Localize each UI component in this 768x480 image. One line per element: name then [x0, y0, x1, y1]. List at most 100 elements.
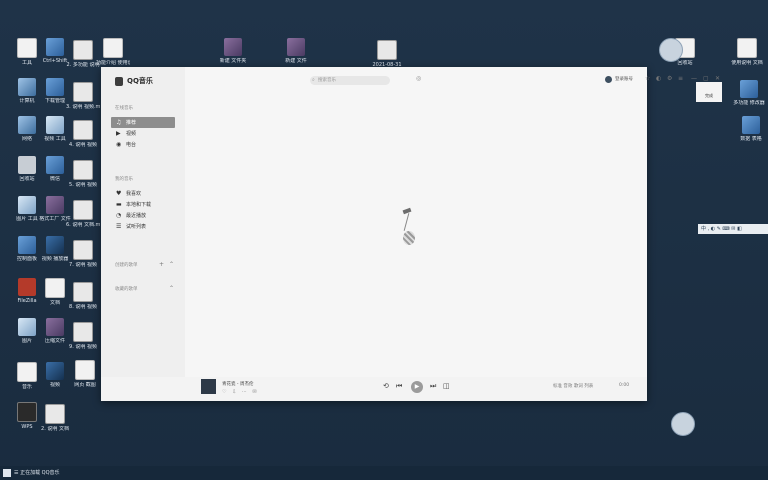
- desktop-icon[interactable]: 数据 表格: [734, 116, 768, 142]
- desktop-icon[interactable]: 功能介绍 使用说明: [96, 38, 130, 66]
- doc-icon: [73, 240, 93, 260]
- sidebar-item-icon: ☰: [116, 222, 122, 230]
- input-method-toolbar[interactable]: 中 , ◐ ✎ ⌨ ✉ ◧: [698, 224, 768, 234]
- desktop-icon[interactable]: 2021-08-31: [370, 40, 404, 68]
- menu-icon[interactable]: ≡: [678, 75, 683, 82]
- app-icon: [46, 156, 64, 174]
- search-input[interactable]: ⌕ 搜索音乐: [310, 76, 390, 85]
- desktop-icon[interactable]: 多功能 修改器: [732, 80, 766, 106]
- loading-animation-icon: [395, 207, 421, 253]
- play-button[interactable]: ▶: [411, 381, 423, 393]
- vid-icon: [46, 236, 64, 254]
- doc-icon: [73, 120, 93, 140]
- previous-track-icon[interactable]: ⏮: [396, 382, 402, 391]
- sidebar-item-icon: ♥: [116, 189, 122, 197]
- desktop-icon-label: 网页 截图: [74, 382, 96, 388]
- start-icon[interactable]: [3, 469, 11, 477]
- section-online: 在线音乐: [115, 106, 133, 111]
- wx-icon: [17, 402, 37, 422]
- note-popup[interactable]: 完成: [696, 82, 722, 102]
- song-actions[interactable]: ♡ ⇩ ⋯ ✉: [222, 389, 259, 395]
- taskbar: ☰ 正在加载 QQ音乐: [0, 466, 768, 480]
- sidebar-item-label: 本地和下载: [126, 202, 152, 208]
- desktop-icon[interactable]: 5. 说明 视频: [66, 160, 100, 188]
- voice-search-icon[interactable]: ◎: [416, 75, 421, 82]
- desktop-icon-label: 新建 文件: [285, 58, 307, 64]
- desktop-icon[interactable]: 网页 截图: [68, 360, 102, 388]
- close-icon[interactable]: ✕: [715, 75, 720, 82]
- taskbar-item[interactable]: ☰ 正在加载 QQ音乐: [14, 469, 60, 476]
- minimize-icon[interactable]: —: [691, 75, 697, 82]
- desktop-icon-label: 多功能 修改器: [733, 100, 765, 106]
- chevron-up-icon[interactable]: ⌃: [169, 285, 174, 292]
- sidebar-item[interactable]: ◉ 电台: [111, 139, 175, 150]
- desktop-icon-label: 2. 多功能 说明: [66, 62, 100, 68]
- sidebar-item[interactable]: ☰ 试听列表: [111, 221, 175, 232]
- app-icon: [46, 78, 64, 96]
- player-options[interactable]: 标准 音效 歌词 列表: [553, 383, 593, 389]
- user-name[interactable]: 登录账号: [615, 76, 633, 82]
- desktop-icon[interactable]: 9. 说明 视频: [66, 322, 100, 350]
- chevron-up-icon[interactable]: ⌃: [169, 261, 174, 268]
- sidebar-item-icon: ◉: [116, 140, 122, 148]
- maximize-icon[interactable]: ▢: [703, 75, 709, 82]
- floating-ball-icon[interactable]: [671, 412, 695, 436]
- desktop-icon-label: 2. 说明 文档: [41, 426, 69, 432]
- section-created-playlists: 创建的歌单: [115, 263, 138, 268]
- search-icon: ⌕: [312, 77, 315, 83]
- zip-icon: [46, 196, 64, 214]
- file-icon: [737, 38, 757, 58]
- settings-icon[interactable]: ⚙: [667, 75, 672, 82]
- sidebar-item-label: 最近播放: [126, 213, 147, 219]
- vid-icon: [46, 362, 64, 380]
- desktop-icon[interactable]: 6. 说明 文档.mp4: [66, 200, 100, 228]
- vip-icon[interactable]: ☆: [645, 75, 650, 82]
- sidebar-item-label: 视频: [126, 131, 137, 137]
- sidebar-item-icon: ♫: [116, 118, 122, 126]
- loop-mode-icon[interactable]: ⟲: [383, 382, 389, 390]
- desktop-icon-label: 9. 说明 视频: [69, 344, 97, 350]
- playback-time: 0:00: [619, 383, 630, 388]
- desktop-icon-label: 新建 文件夹: [219, 58, 247, 64]
- lyrics-icon[interactable]: ◫: [443, 382, 450, 390]
- section-mine: 我的音乐: [115, 177, 133, 182]
- pc-icon: [18, 116, 36, 134]
- desktop-icon[interactable]: 8. 说明 视频: [66, 282, 100, 310]
- sidebar-item-label: 推荐: [126, 120, 137, 126]
- doc-icon: [73, 282, 93, 302]
- desktop-icon[interactable]: 2. 说明 文档: [38, 404, 72, 432]
- desktop-icon[interactable]: 3. 说明 视频.mp4: [66, 82, 100, 110]
- skin-icon[interactable]: ◐: [656, 75, 661, 82]
- sidebar-item-label: 试听列表: [126, 224, 147, 230]
- desktop-icon[interactable]: 视频: [38, 362, 72, 388]
- desktop-icon[interactable]: 使用说明 文档: [730, 38, 764, 66]
- img-icon: [18, 318, 36, 336]
- floating-ball-icon[interactable]: [659, 38, 683, 62]
- desktop-icon-label: 数据 表格: [740, 136, 762, 142]
- album-cover[interactable]: [201, 379, 216, 394]
- avatar[interactable]: [605, 76, 612, 83]
- next-track-icon[interactable]: ⏭: [430, 382, 436, 391]
- desktop-icon[interactable]: 新建 文件夹: [216, 38, 250, 64]
- top-bar: ⌕ 搜索音乐 ◎ 登录账号 ☆ ◐ ⚙ ≡ — ▢ ✕: [185, 67, 720, 93]
- desktop-icon-label: 6. 说明 文档.mp4: [66, 222, 100, 228]
- desktop-icon[interactable]: 2. 多功能 说明: [66, 40, 100, 68]
- desktop-icon-label: 使用说明 文档: [731, 60, 763, 66]
- app-logo: QQ音乐: [115, 76, 153, 86]
- desktop-icon[interactable]: 新建 文件: [279, 38, 313, 64]
- sidebar-item[interactable]: ▶ 视频: [111, 128, 175, 139]
- sidebar-item[interactable]: ▬ 本地和下载: [111, 199, 175, 210]
- doc-icon: [73, 160, 93, 180]
- doc-icon: [73, 40, 93, 60]
- sidebar-item[interactable]: ♫ 推荐: [111, 117, 175, 128]
- desktop-icon[interactable]: 4. 说明 视频: [66, 120, 100, 148]
- desktop-icon-label: 7. 说明 视频: [69, 262, 97, 268]
- add-playlist-icon[interactable]: +: [159, 261, 164, 268]
- doc-icon: [73, 322, 93, 342]
- song-title[interactable]: 青花瓷 - 周杰伦: [222, 381, 253, 387]
- sidebar-item[interactable]: ◔ 最近播放: [111, 210, 175, 221]
- app-icon: [46, 38, 64, 56]
- sidebar-item[interactable]: ♥ 我喜欢: [111, 188, 175, 199]
- doc-icon: [45, 404, 65, 424]
- desktop-icon[interactable]: 7. 说明 视频: [66, 240, 100, 268]
